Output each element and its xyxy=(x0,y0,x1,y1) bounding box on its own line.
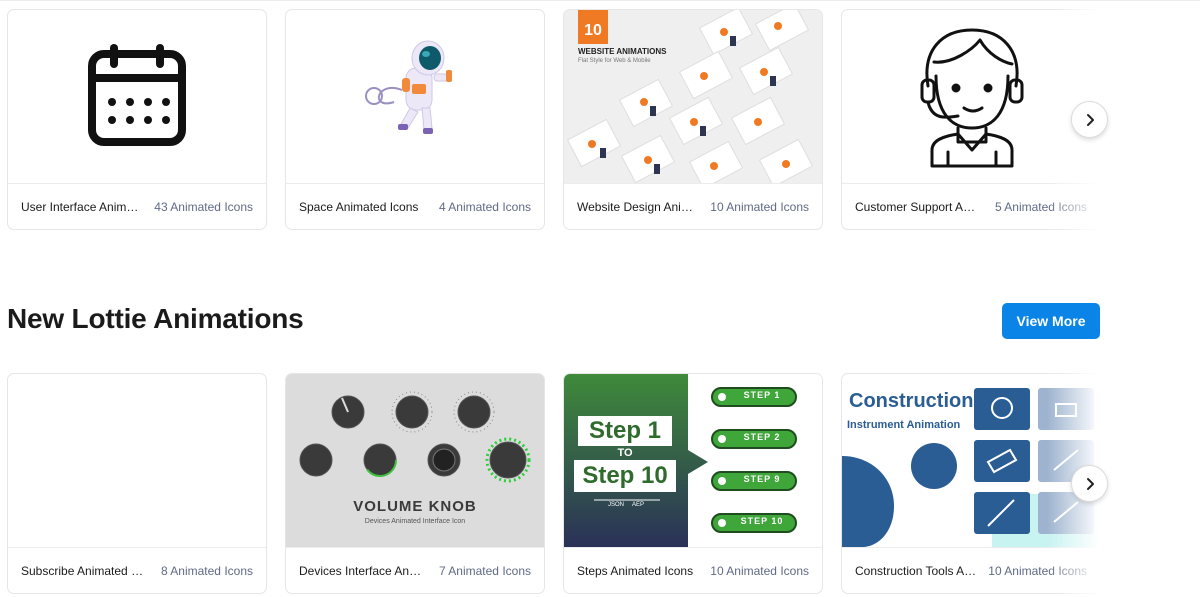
card-space[interactable]: Space Animated Icons 4 Animated Icons xyxy=(285,9,545,230)
card-name[interactable]: User Interface Animated Icons xyxy=(21,200,145,214)
top-divider xyxy=(0,0,1200,1)
card-thumbnail xyxy=(8,374,266,547)
card-construction-tools[interactable]: Construction Instrument Animation Constr… xyxy=(841,373,1097,594)
card-customer-support[interactable]: Customer Support Animated Icons 5 Animat… xyxy=(841,9,1097,230)
card-name[interactable]: Construction Tools Animated Icons xyxy=(855,564,979,578)
card-name[interactable]: Steps Animated Icons xyxy=(577,564,693,578)
card-steps[interactable]: Step 1 TO Step 10 JSON AEP STEP 1 STEP 2… xyxy=(563,373,823,594)
next-button-top-row[interactable] xyxy=(1071,101,1108,138)
card-footer: Steps Animated Icons 10 Animated Icons xyxy=(564,547,822,593)
bottom-card-row: Subscribe Animated Icons 8 Animated Icon… xyxy=(7,373,1097,594)
thumb-step-start: Step 1 xyxy=(588,417,662,444)
step-pill-label: STEP 2 xyxy=(743,432,781,442)
step-pill-label: STEP 1 xyxy=(743,390,781,400)
card-footer: Subscribe Animated Icons 8 Animated Icon… xyxy=(8,547,266,593)
card-count: 43 Animated Icons xyxy=(154,200,253,214)
astronaut-illustration xyxy=(365,40,452,134)
card-user-interface[interactable]: User Interface Animated Icons 43 Animate… xyxy=(7,9,267,230)
card-count: 5 Animated Icons xyxy=(994,200,1087,214)
chevron-right-icon xyxy=(1086,477,1094,490)
thumb-step-end: Step 10 xyxy=(582,462,668,489)
card-footer: Space Animated Icons 4 Animated Icons xyxy=(286,183,544,229)
card-footer: Customer Support Animated Icons 5 Animat… xyxy=(842,183,1097,229)
card-thumbnail xyxy=(286,10,544,183)
card-count: 8 Animated Icons xyxy=(160,564,253,578)
card-devices-interface[interactable]: VOLUME KNOB Devices Animated Interface I… xyxy=(285,373,545,594)
card-count: 10 Animated Icons xyxy=(710,564,809,578)
thumb-formats: JSON AEP xyxy=(607,502,644,508)
card-thumbnail xyxy=(842,10,1097,183)
step-pill-label: STEP 10 xyxy=(740,516,784,526)
thumb-to: TO xyxy=(617,447,633,459)
card-subscribe[interactable]: Subscribe Animated Icons 8 Animated Icon… xyxy=(7,373,267,594)
top-card-row: User Interface Animated Icons 43 Animate… xyxy=(7,9,1097,230)
thumb-subtitle: Devices Animated Interface Icon xyxy=(364,518,466,525)
customer-support-icon xyxy=(920,28,1024,168)
website-mockups-illustration xyxy=(566,10,814,183)
card-footer: Construction Tools Animated Icons 10 Ani… xyxy=(842,547,1097,593)
card-footer: Devices Interface Animated Icons 7 Anima… xyxy=(286,547,544,593)
next-button-bottom-row[interactable] xyxy=(1071,465,1108,502)
calendar-icon xyxy=(88,44,186,146)
card-thumbnail: VOLUME KNOB Devices Animated Interface I… xyxy=(286,374,544,547)
view-more-button[interactable]: View More xyxy=(1002,303,1100,339)
card-name[interactable]: Space Animated Icons xyxy=(299,200,418,214)
card-name[interactable]: Subscribe Animated Icons xyxy=(21,564,145,578)
step-pill-label: STEP 9 xyxy=(743,474,781,484)
card-count: 10 Animated Icons xyxy=(988,564,1087,578)
thumb-title: Construction xyxy=(849,390,974,412)
thumb-subtitle: Instrument Animation xyxy=(847,419,961,431)
card-name[interactable]: Customer Support Animated Icons xyxy=(855,200,979,214)
card-count: 4 Animated Icons xyxy=(438,200,531,214)
chevron-right-icon xyxy=(1086,113,1094,126)
card-footer: User Interface Animated Icons 43 Animate… xyxy=(8,183,266,229)
card-footer: Website Design Animations 10 Animated Ic… xyxy=(564,183,822,229)
card-thumbnail: Step 1 TO Step 10 JSON AEP STEP 1 STEP 2… xyxy=(564,374,822,547)
card-name[interactable]: Website Design Animations xyxy=(577,200,701,214)
section-title: New Lottie Animations xyxy=(7,303,304,334)
card-name[interactable]: Devices Interface Animated Icons xyxy=(299,564,423,578)
card-thumbnail: 10 WEBSITE ANIMATIONS Flat Style for Web… xyxy=(564,10,822,183)
card-count: 7 Animated Icons xyxy=(438,564,531,578)
card-thumbnail: Construction Instrument Animation xyxy=(842,374,1097,547)
card-count: 10 Animated Icons xyxy=(710,200,809,214)
card-thumbnail xyxy=(8,10,266,183)
thumb-title: VOLUME KNOB xyxy=(353,498,477,515)
card-website-design[interactable]: 10 WEBSITE ANIMATIONS Flat Style for Web… xyxy=(563,9,823,230)
